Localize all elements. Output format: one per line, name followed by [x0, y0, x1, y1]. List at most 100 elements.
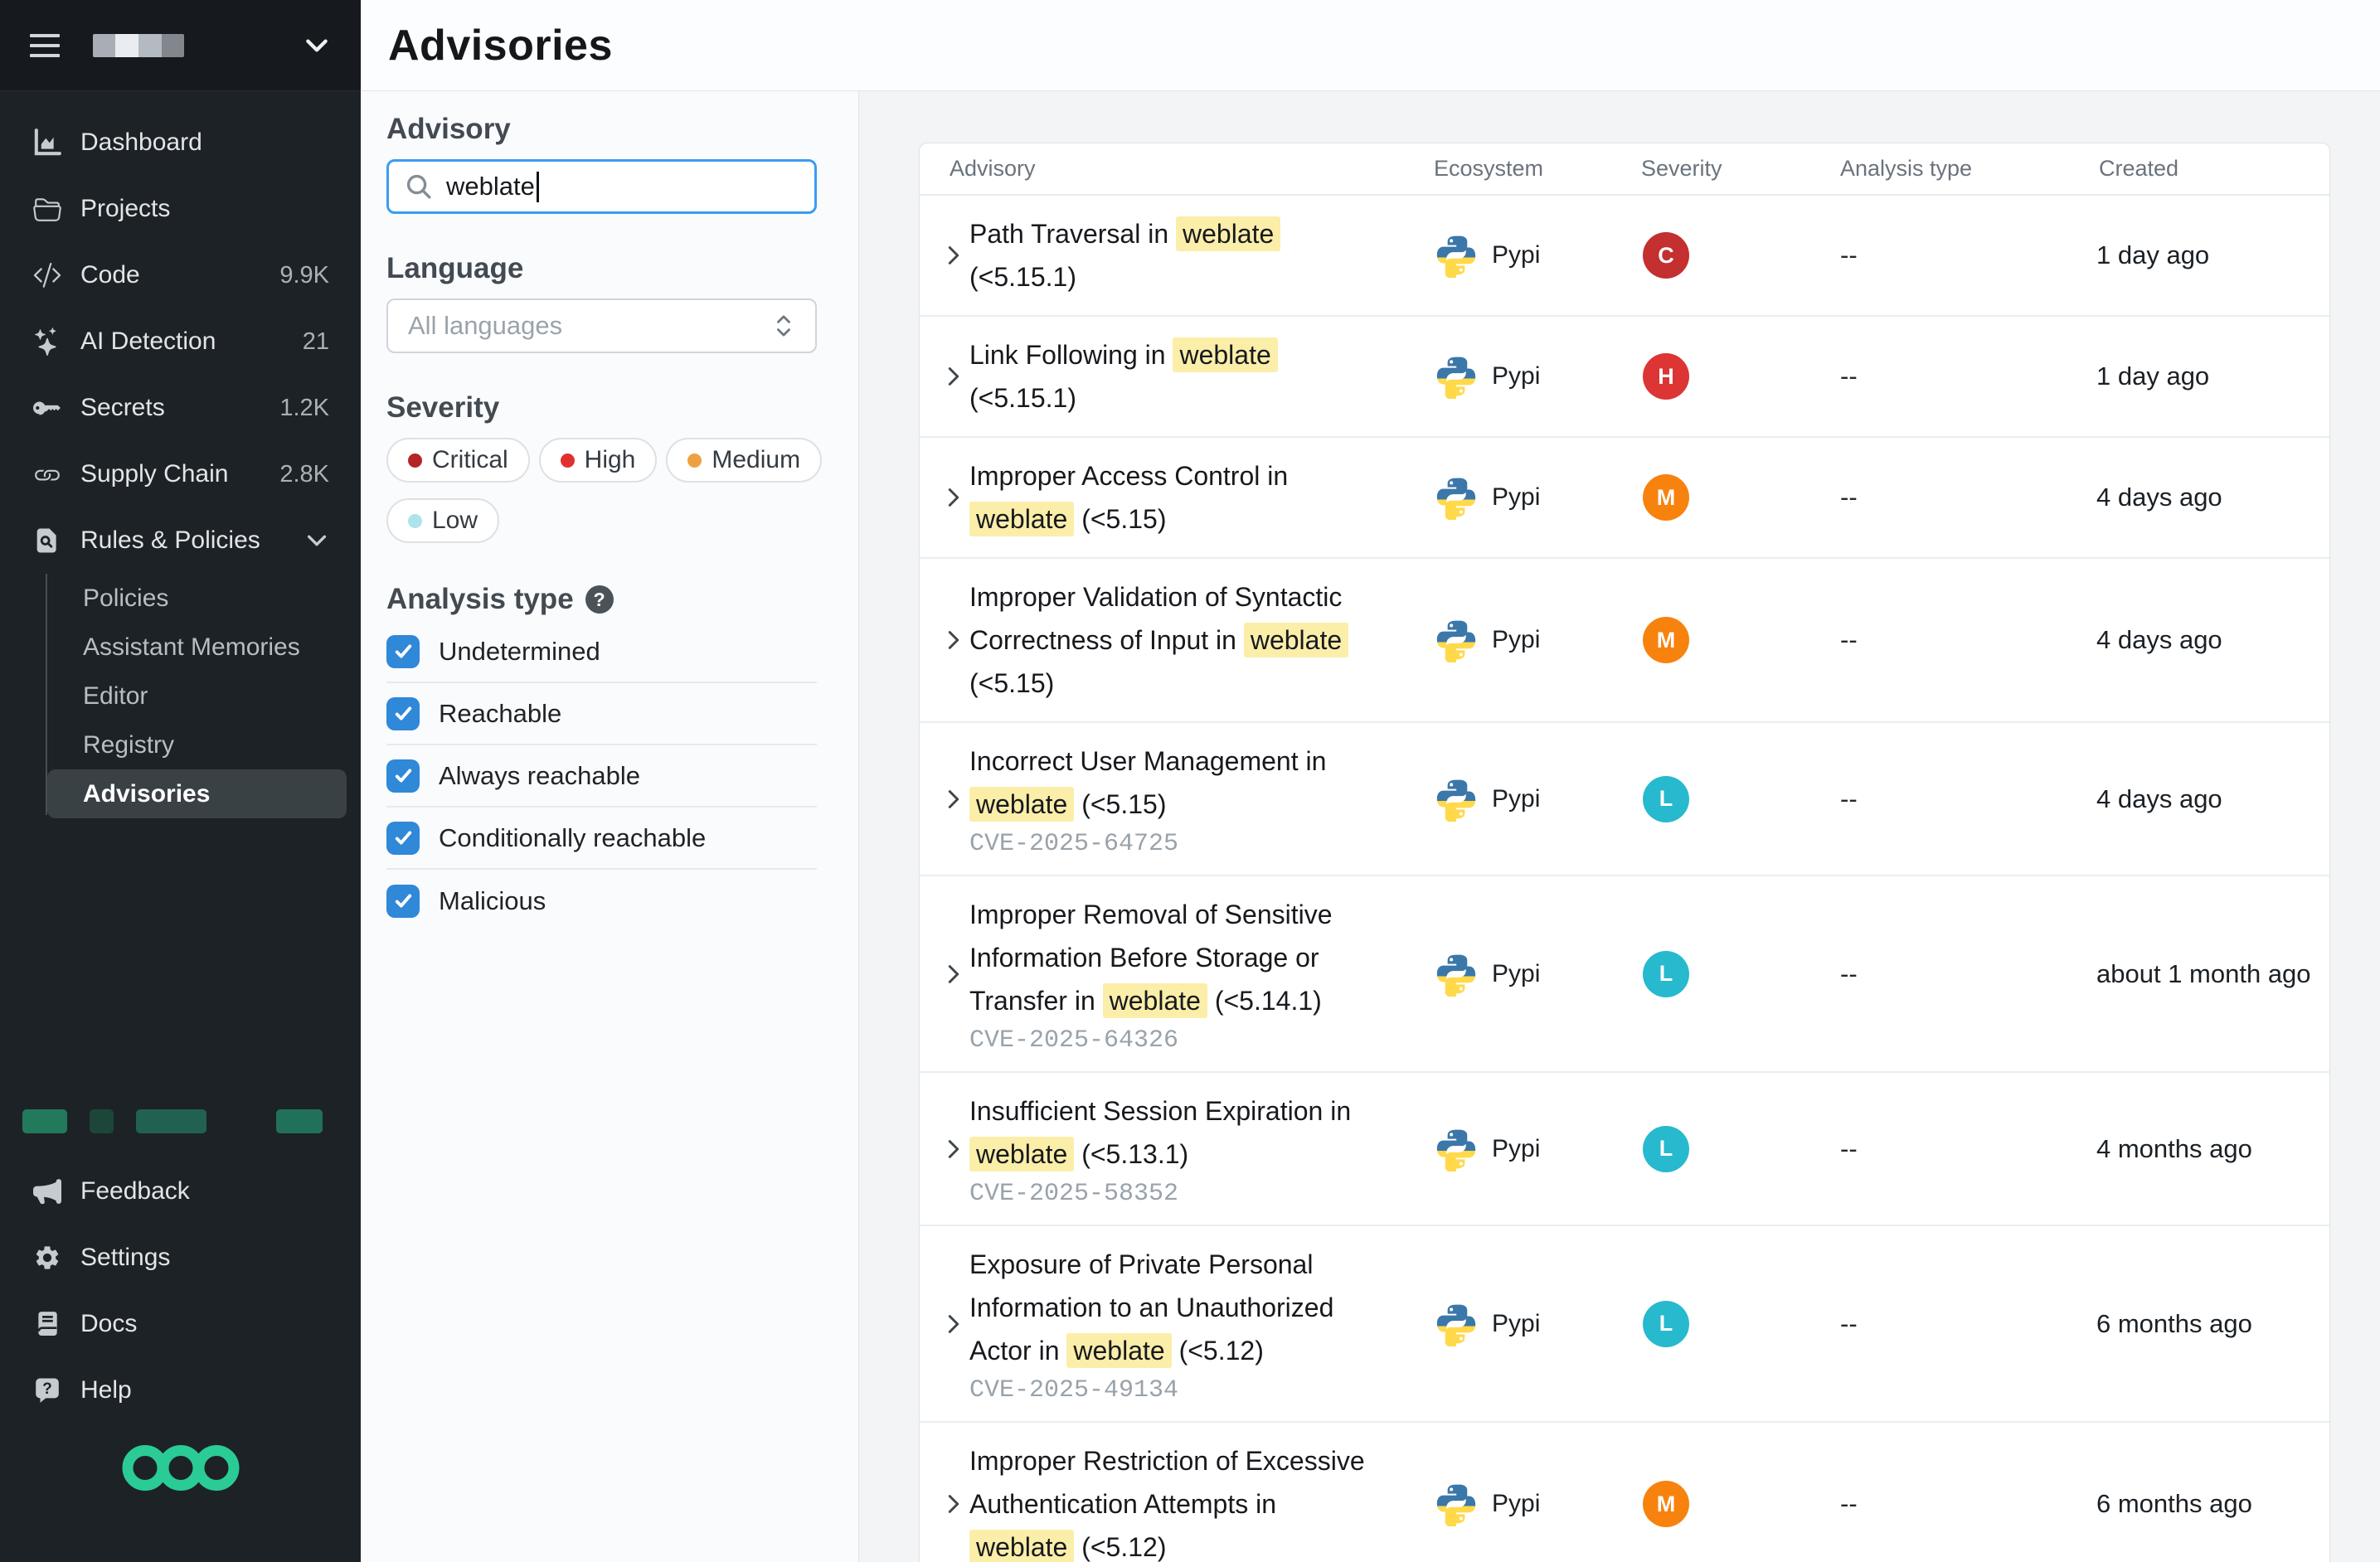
checkbox-checked-icon[interactable] [386, 822, 420, 855]
sidebar-item-supply-chain[interactable]: Supply Chain 2.8K [0, 441, 361, 507]
sidebar-item-help[interactable]: ? Help [0, 1357, 361, 1424]
analysis-type-value: -- [1840, 240, 1858, 269]
analysis-type-value: -- [1840, 784, 1858, 813]
expand-row-chevron-icon[interactable] [941, 1492, 966, 1516]
expand-row-chevron-icon[interactable] [941, 1137, 966, 1162]
sidebar-subitem-editor[interactable]: Editor [47, 672, 347, 720]
expand-row-chevron-icon[interactable] [941, 485, 966, 510]
expand-row-chevron-icon[interactable] [941, 1312, 966, 1336]
table-row[interactable]: Insufficient Session Expiration in webla… [920, 1073, 2329, 1226]
ecosystem-cell: Pypi [1409, 475, 1616, 520]
analysis-type-value: -- [1840, 625, 1858, 654]
severity-chip[interactable]: High [539, 438, 658, 483]
severity-badge: M [1643, 617, 1689, 663]
text-cursor [537, 172, 539, 202]
advisory-title: Incorrect User Management in weblate (<5… [969, 740, 1367, 826]
table-header: Advisory Ecosystem Severity Analysis typ… [920, 143, 2329, 196]
ecosystem-label: Pypi [1492, 960, 1540, 988]
ecosystem-label: Pypi [1492, 1310, 1540, 1338]
sidebar-item-docs[interactable]: Docs [0, 1291, 361, 1357]
table-row[interactable]: Incorrect User Management in weblate (<5… [920, 723, 2329, 876]
advisories-table: Advisory Ecosystem Severity Analysis typ… [919, 143, 2330, 1562]
redacted-trial-info [22, 1109, 361, 1133]
sidebar-item-rules-policies[interactable]: Rules & Policies [0, 507, 361, 574]
sidebar-item-ai-detection[interactable]: AI Detection 21 [0, 308, 361, 375]
language-select[interactable]: All languages [386, 298, 817, 353]
sidebar-subitem-assistant-memories[interactable]: Assistant Memories [47, 623, 347, 672]
pypi-python-icon [1434, 354, 1479, 399]
advisory-search-input[interactable]: weblate [386, 159, 817, 214]
help-bubble-icon: ? [33, 1376, 61, 1404]
search-highlight: weblate [1103, 983, 1207, 1018]
expand-row-chevron-icon[interactable] [941, 787, 966, 812]
table-row[interactable]: Improper Removal of Sensitive Informatio… [920, 876, 2329, 1073]
created-value: 4 months ago [2096, 1134, 2252, 1163]
hamburger-menu-icon[interactable] [30, 34, 60, 57]
analysis-type-option[interactable]: Conditionally reachable [386, 808, 817, 870]
sidebar-item-label: Dashboard [80, 129, 202, 157]
sidebar-item-code[interactable]: Code 9.9K [0, 242, 361, 308]
analysis-type-filter-label: Analysis type [386, 583, 574, 616]
pypi-python-icon [1434, 1482, 1479, 1526]
analysis-type-option[interactable]: Malicious [386, 870, 817, 932]
expand-row-chevron-icon[interactable] [941, 364, 966, 389]
sidebar-item-settings[interactable]: Settings [0, 1225, 361, 1291]
expand-row-chevron-icon[interactable] [941, 243, 966, 268]
analysis-type-list: Undetermined Reachable Always reachable … [386, 621, 817, 932]
search-highlight: weblate [1173, 337, 1277, 372]
table-row[interactable]: Link Following in weblate (<5.15.1) Pypi… [920, 317, 2329, 438]
table-row[interactable]: Improper Validation of Syntactic Correct… [920, 559, 2329, 723]
org-switcher-chevron-down-icon[interactable] [303, 32, 331, 60]
table-row[interactable]: Exposure of Private Personal Information… [920, 1226, 2329, 1423]
pypi-python-icon [1434, 1302, 1479, 1346]
sidebar-subitem-advisories[interactable]: Advisories [47, 769, 347, 818]
checkbox-checked-icon[interactable] [386, 759, 420, 793]
search-highlight: weblate [1244, 623, 1348, 657]
severity-chip-label: High [585, 446, 636, 474]
severity-chip[interactable]: Low [386, 498, 499, 543]
sidebar: Dashboard Projects Code 9.9K AI Detectio… [0, 0, 361, 1562]
severity-chip[interactable]: Medium [666, 438, 822, 483]
advisory-title: Improper Removal of Sensitive Informatio… [969, 893, 1367, 1022]
created-value: about 1 month ago [2096, 959, 2311, 988]
severity-dot-icon [408, 514, 422, 528]
sidebar-nav: Dashboard Projects Code 9.9K AI Detectio… [0, 91, 361, 823]
page-title: Advisories [388, 21, 613, 70]
analysis-type-value: -- [1840, 1309, 1858, 1338]
sidebar-item-label: Supply Chain [80, 460, 228, 488]
sidebar-item-projects[interactable]: Projects [0, 176, 361, 242]
sidebar-item-label: Secrets [80, 394, 165, 422]
advisory-title: Link Following in weblate (<5.15.1) [969, 333, 1367, 420]
content: Advisory weblate Language All languages [361, 91, 2380, 1562]
table-row[interactable]: Improper Access Control in weblate (<5.1… [920, 438, 2329, 559]
rules-expand-chevron-down-icon[interactable] [304, 528, 329, 553]
analysis-type-option[interactable]: Undetermined [386, 621, 817, 683]
table-row[interactable]: Improper Restriction of Excessive Authen… [920, 1423, 2329, 1562]
sidebar-item-secrets[interactable]: Secrets 1.2K [0, 375, 361, 441]
ecosystem-cell: Pypi [1409, 354, 1616, 399]
analysis-type-option[interactable]: Reachable [386, 683, 817, 745]
checkbox-checked-icon[interactable] [386, 885, 420, 918]
cve-id: CVE-2025-64326 [969, 1026, 1409, 1055]
sidebar-subitem-policies[interactable]: Policies [47, 574, 347, 623]
expand-row-chevron-icon[interactable] [941, 628, 966, 652]
help-icon[interactable]: ? [585, 585, 614, 614]
ecosystem-label: Pypi [1492, 1490, 1540, 1518]
expand-row-chevron-icon[interactable] [941, 962, 966, 987]
analysis-type-option[interactable]: Always reachable [386, 745, 817, 808]
created-value: 4 days ago [2096, 784, 2222, 813]
column-header-ecosystem: Ecosystem [1409, 156, 1616, 182]
severity-badge: H [1643, 353, 1689, 400]
severity-chip[interactable]: Critical [386, 438, 530, 483]
sidebar-item-dashboard[interactable]: Dashboard [0, 109, 361, 176]
ecosystem-label: Pypi [1492, 626, 1540, 654]
checkbox-checked-icon[interactable] [386, 697, 420, 730]
sidebar-item-label: Docs [80, 1310, 137, 1338]
checkbox-checked-icon[interactable] [386, 635, 420, 668]
table-row[interactable]: Path Traversal in weblate (<5.15.1) Pypi… [920, 196, 2329, 317]
sidebar-item-feedback[interactable]: Feedback [0, 1158, 361, 1225]
sidebar-subitem-registry[interactable]: Registry [47, 720, 347, 769]
sidebar-item-count: 9.9K [279, 262, 329, 289]
folder-open-icon [33, 195, 61, 223]
ecosystem-label: Pypi [1492, 483, 1540, 512]
